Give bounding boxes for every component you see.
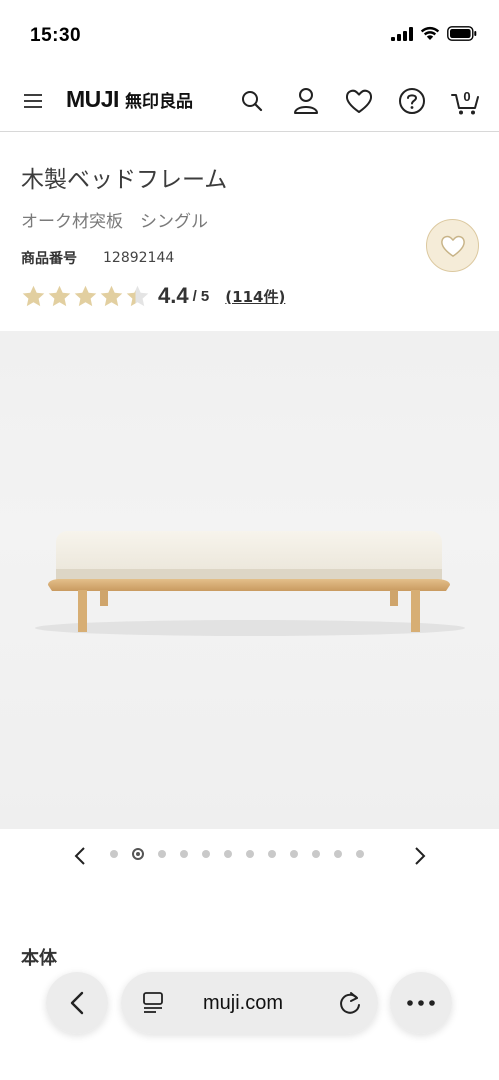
pager-dot[interactable] [246, 850, 254, 858]
product-code-value: 12892144 [103, 250, 175, 266]
search-icon[interactable] [237, 86, 267, 116]
pager-dot[interactable] [334, 850, 342, 858]
cart-icon[interactable]: 0 [450, 86, 482, 116]
product-title: 木製ベッドフレーム [21, 167, 228, 193]
reload-icon[interactable] [337, 990, 363, 1016]
pager-dot[interactable] [312, 850, 320, 858]
rating-value: 4.4 [158, 283, 189, 308]
pager-dot[interactable] [268, 850, 276, 858]
pager-dot[interactable] [110, 850, 118, 858]
favorite-button[interactable] [426, 219, 479, 272]
more-icon [407, 1000, 435, 1006]
browser-toolbar: muji.com [0, 960, 499, 1080]
pager-dot[interactable] [158, 850, 166, 858]
chevron-left-icon [74, 847, 85, 865]
review-count-link[interactable]: (114件) [225, 286, 285, 307]
rating-max: / 5 [192, 287, 210, 305]
menu-icon[interactable] [22, 90, 44, 112]
star-icon [48, 285, 71, 307]
status-time: 15:30 [30, 25, 82, 46]
rating-row: 4.4 / 5 (114件) [21, 283, 285, 309]
product-variant: オーク材突板 シングル [21, 212, 208, 232]
pager-prev-button[interactable] [70, 844, 90, 868]
account-icon[interactable] [291, 86, 321, 116]
battery-icon [447, 26, 477, 41]
browser-more-button[interactable] [390, 972, 452, 1034]
status-icons [391, 26, 477, 41]
pager-dot[interactable] [290, 850, 298, 858]
heart-icon[interactable] [344, 86, 374, 116]
wifi-icon [420, 26, 440, 40]
site-header: MUJI 無印良品 0 [0, 72, 499, 132]
pager-next-button[interactable] [410, 844, 430, 868]
logo-en: MUJI [66, 86, 119, 112]
image-pager [0, 843, 499, 869]
heart-icon [440, 235, 465, 257]
pager-dot[interactable] [202, 850, 210, 858]
star-icon [74, 285, 97, 307]
signal-icon [391, 26, 413, 41]
product-image[interactable] [0, 331, 499, 829]
pager-dot[interactable] [224, 850, 232, 858]
browser-url: muji.com [203, 992, 284, 1014]
help-icon[interactable] [397, 86, 427, 116]
pager-dot[interactable] [132, 848, 144, 860]
star-icon [22, 285, 45, 307]
product-code-row: 商品番号 12892144 [21, 248, 174, 268]
bed-illustration [35, 531, 465, 636]
pager-dot[interactable] [180, 850, 188, 858]
muji-logo[interactable]: MUJI 無印良品 [66, 86, 193, 113]
tabs-icon[interactable] [141, 990, 165, 1016]
chevron-left-icon [70, 991, 84, 1015]
star-icon [100, 285, 123, 307]
chevron-right-icon [415, 847, 426, 865]
product-code-label: 商品番号 [21, 251, 77, 267]
star-icon [126, 285, 149, 307]
rating-stars [21, 284, 150, 308]
pager-dot[interactable] [356, 850, 364, 858]
browser-back-button[interactable] [46, 972, 108, 1034]
status-bar: 15:30 [0, 0, 499, 70]
cart-count: 0 [463, 89, 470, 104]
pager-dots [110, 848, 364, 860]
logo-jp: 無印良品 [124, 92, 193, 112]
browser-address-bar[interactable]: muji.com [121, 972, 378, 1034]
